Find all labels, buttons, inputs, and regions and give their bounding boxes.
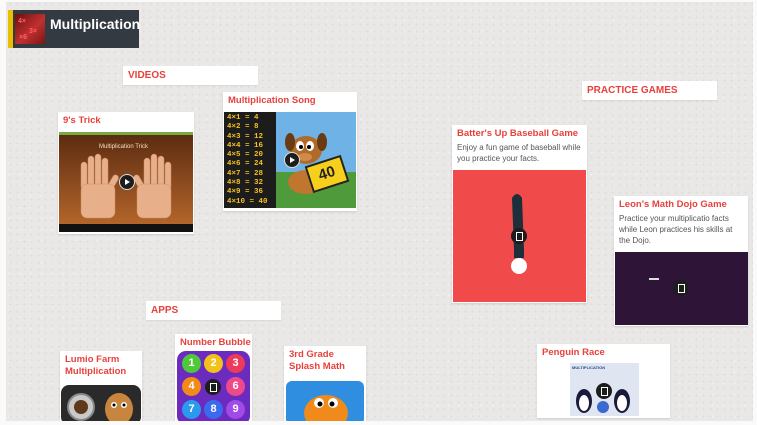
- game-thumbnail[interactable]: [453, 170, 586, 302]
- video-thumbnail[interactable]: Multiplication Trick: [59, 132, 193, 232]
- table-row: 4×2 = 8: [227, 123, 259, 132]
- thumbnail-caption: MULTIPLICATION: [572, 365, 606, 370]
- bubble: 2: [204, 354, 223, 373]
- video-thumbnail[interactable]: 4×1 = 4 4×2 = 8 4×3 = 12 4×4 = 16 4×5 = …: [224, 112, 356, 208]
- document-icon[interactable]: [673, 280, 689, 296]
- card-description: Enjoy a fun game of baseball while you p…: [457, 143, 581, 163]
- card-title: 3rd Grade Splash Math: [289, 349, 345, 372]
- table-row: 4×10 = 40: [227, 197, 268, 206]
- dash-icon: [649, 278, 659, 280]
- frame-top: [0, 0, 757, 2]
- frame-right: [753, 0, 757, 425]
- video-caption: Multiplication Trick: [99, 144, 149, 150]
- table-row: 4×8 = 32: [227, 179, 264, 188]
- play-icon[interactable]: [119, 174, 135, 190]
- game-thumbnail[interactable]: [615, 252, 748, 325]
- play-icon[interactable]: [284, 152, 300, 168]
- frame-left: [0, 0, 6, 425]
- table-row: 4×9 = 36: [227, 188, 264, 197]
- card-splash-math[interactable]: 3rd Grade Splash Math: [284, 346, 366, 425]
- section-label-practice-games: PRACTICE GAMES: [582, 81, 717, 100]
- table-row: 4×3 = 12: [227, 132, 264, 141]
- title-thumbnail: 4× 3× ×6: [15, 14, 45, 44]
- table-row: 4×4 = 16: [227, 141, 264, 150]
- card-number-bubble[interactable]: Number Bubble 1 2 3 4 6 7 8 9: [175, 334, 252, 425]
- frame-bottom: [0, 421, 757, 425]
- table-row: 4×6 = 24: [227, 160, 264, 169]
- table-row: 4×7 = 28: [227, 169, 264, 178]
- card-title: Multiplication Song: [228, 95, 316, 106]
- card-leons-dojo[interactable]: Leon's Math Dojo Game Practice your mult…: [614, 196, 748, 326]
- card-title: Leon's Math Dojo Game: [619, 199, 727, 210]
- card-title: Number Bubble: [180, 337, 251, 348]
- card-penguin-race[interactable]: Penguin Race MULTIPLICATION: [537, 344, 670, 418]
- card-nines-trick[interactable]: 9's Trick Multiplication Trick: [58, 112, 194, 234]
- card-multiplication-song[interactable]: Multiplication Song 4×1 = 4 4×2 = 8 4×3 …: [223, 92, 357, 211]
- times-table: 4×1 = 4 4×2 = 8 4×3 = 12 4×4 = 16 4×5 = …: [224, 112, 276, 208]
- page-title: Multiplication: [50, 16, 141, 32]
- bubble: 6: [226, 377, 245, 396]
- bubble: 1: [182, 354, 201, 373]
- table-row: 4×1 = 4: [227, 114, 259, 122]
- splash-math-app-icon[interactable]: [286, 381, 364, 425]
- bubble: 4: [182, 377, 201, 396]
- title-bar[interactable]: 4× 3× ×6 Multiplication: [8, 10, 141, 48]
- bubble: 9: [226, 400, 245, 419]
- card-lumio-farm[interactable]: Lumio Farm Multiplication: [60, 351, 142, 425]
- bubble: 7: [182, 400, 201, 419]
- card-title: Batter's Up Baseball Game: [457, 128, 579, 139]
- card-title: Penguin Race: [542, 347, 605, 358]
- card-title: 9's Trick: [63, 115, 101, 126]
- document-icon[interactable]: [596, 383, 612, 399]
- card-title: Lumio Farm Multiplication: [65, 354, 127, 377]
- card-description: Practice your multiplicatio facts while …: [619, 214, 733, 245]
- table-row: 4×5 = 20: [227, 151, 264, 160]
- document-icon[interactable]: [511, 228, 527, 244]
- title-accent: [8, 10, 13, 48]
- number-bubble-app-icon[interactable]: 1 2 3 4 6 7 8 9: [177, 351, 250, 425]
- bubble: 8: [204, 400, 223, 419]
- section-label-apps: APPS: [146, 301, 281, 320]
- document-icon[interactable]: [205, 379, 221, 395]
- card-batters-up[interactable]: Batter's Up Baseball Game Enjoy a fun ga…: [452, 125, 587, 303]
- penguin-race-thumbnail[interactable]: MULTIPLICATION: [570, 363, 639, 416]
- section-label-videos: VIDEOS: [123, 66, 258, 85]
- bubble: 3: [226, 354, 245, 373]
- lumio-farm-app-icon[interactable]: [61, 385, 141, 425]
